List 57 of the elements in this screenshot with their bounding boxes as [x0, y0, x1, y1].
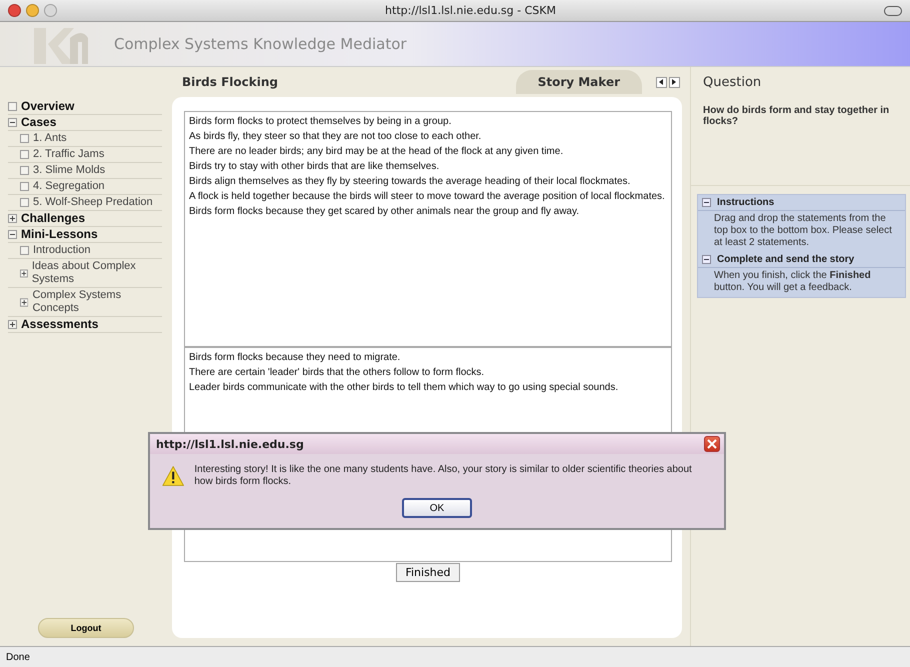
statement[interactable]: Leader birds communicate with the other birds to tell them which way to go using special sounds. [189, 382, 667, 394]
dialog-title: http://lsl1.lsl.nie.edu.sg [156, 438, 304, 450]
statement[interactable]: As birds fly, they steer so that they are not too close to each other. [189, 131, 667, 143]
expand-icon[interactable] [8, 214, 17, 223]
close-button[interactable] [704, 436, 720, 452]
next-button[interactable] [669, 76, 680, 88]
collapse-icon[interactable] [702, 198, 711, 207]
expand-icon[interactable] [20, 268, 28, 278]
statement[interactable]: Birds form flocks because they need to migrate. [189, 352, 667, 364]
toolbar-toggle-icon[interactable] [884, 6, 902, 16]
statement[interactable]: Birds form flocks because they get scared by other animals near the group and fly away. [189, 206, 667, 218]
close-window-icon[interactable] [8, 4, 21, 17]
right-arrow-icon [672, 79, 677, 85]
statement[interactable]: There are certain 'leader' birds that the others follow to form flocks. [189, 367, 667, 379]
left-arrow-icon [659, 79, 664, 85]
question-text: How do birds form and stay together in flocks? [703, 105, 890, 127]
window-title: http://lsl1.lsl.nie.edu.sg - CSKM [384, 4, 557, 17]
collapse-icon[interactable] [702, 255, 711, 264]
collapse-icon[interactable] [8, 118, 17, 127]
warning-icon [162, 464, 184, 488]
dialog-message: Interesting story! It is like the one many students have. Also, your story is similar to older scientific theories about how birds form flocks. [194, 464, 693, 488]
sidebar-item[interactable]: 1. Ants [33, 132, 67, 145]
statement[interactable]: Birds align themselves as they fly by steering towards the average heading of their local flockmates. [189, 176, 667, 188]
section-title[interactable]: Instructions [717, 197, 774, 208]
sidebar-item[interactable]: Assessments [21, 318, 98, 331]
sidebar-item[interactable]: Introduction [33, 244, 90, 257]
previous-button[interactable] [656, 76, 667, 88]
statement[interactable]: A flock is held together because the birds will steer to move toward the average position of local flockmates. [189, 191, 667, 203]
logout-button[interactable]: Logout [38, 618, 134, 638]
sidebar-item[interactable]: 2. Traffic Jams [33, 148, 104, 161]
minimize-window-icon[interactable] [26, 4, 39, 17]
expand-icon[interactable] [8, 320, 17, 329]
section-title[interactable]: Complete and send the story [717, 254, 854, 265]
ok-button[interactable]: OK [402, 498, 472, 518]
activity-title: Birds Flocking [182, 75, 278, 89]
sidebar-item[interactable]: Overview [21, 100, 74, 113]
statement[interactable]: Birds try to stay with other birds that are like themselves. [189, 161, 667, 173]
story-maker-tab[interactable]: Story Maker [516, 70, 642, 94]
question-heading: Question [702, 74, 762, 92]
expand-icon[interactable] [20, 298, 28, 306]
close-icon [707, 439, 717, 449]
section-text: Drag and drop the statements from the top box to the bottom box. Please select at least 2 statements. [713, 212, 893, 250]
sidebar-item[interactable]: 5. Wolf-Sheep Predation [33, 196, 153, 209]
section-text: When you finish, click the Finished button. You will get a feedback. [713, 269, 872, 295]
statement[interactable]: There are no leader birds; any bird may be at the head of the flock at any given time. [189, 146, 667, 158]
statement[interactable]: Birds form flocks to protect themselves by being in a group. [189, 116, 667, 128]
sidebar-item[interactable]: 4. Segregation [33, 180, 105, 193]
sidebar-item[interactable]: 3. Slime Molds [33, 164, 106, 177]
collapse-icon[interactable] [8, 230, 17, 239]
sidebar-item[interactable]: Mini-Lessons [21, 228, 98, 241]
sidebar-item[interactable]: Ideas about Complex Systems [32, 260, 162, 286]
status-text: Done [6, 652, 30, 662]
finished-button[interactable]: Finished [396, 563, 460, 582]
sidebar-item[interactable]: Cases [21, 116, 56, 129]
sidebar-item[interactable]: Complex Systems Concepts [32, 289, 162, 315]
site-title: Complex Systems Knowledge Mediator [114, 35, 407, 53]
sidebar-item[interactable]: Challenges [21, 212, 86, 225]
